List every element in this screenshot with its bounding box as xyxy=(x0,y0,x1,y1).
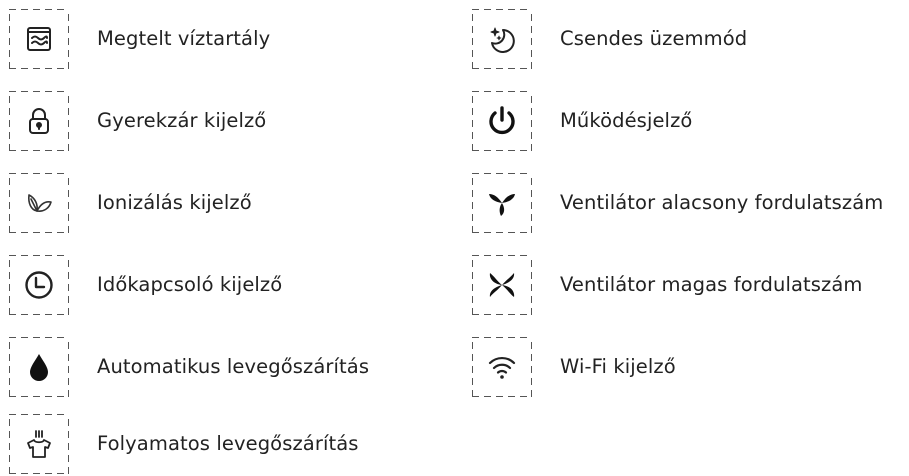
legend-label: Automatikus levegőszárítás xyxy=(97,355,370,378)
icon-frame xyxy=(472,337,532,397)
leaf-icon xyxy=(28,194,52,212)
water-tank-icon xyxy=(27,27,51,51)
legend-label: Megtelt víztartály xyxy=(97,27,271,50)
lock-icon xyxy=(29,108,49,134)
icon-frame xyxy=(9,414,69,474)
legend-label: Működésjelző xyxy=(560,109,693,132)
icon-frame xyxy=(9,337,69,397)
water-drop-icon xyxy=(30,354,48,381)
icon-frame xyxy=(9,255,69,315)
shirt-steam-icon xyxy=(27,430,51,458)
fan-low-icon xyxy=(489,194,515,216)
icon-frame xyxy=(472,91,532,151)
legend-label: Ionizálás kijelző xyxy=(97,191,252,214)
legend-label: Csendes üzemmód xyxy=(560,27,748,50)
legend-label: Ventilátor magas fordulatszám xyxy=(560,273,863,296)
legend-label: Időkapcsoló kijelző xyxy=(97,273,283,296)
icon-frame xyxy=(9,173,69,233)
legend-label: Wi-Fi kijelző xyxy=(560,355,676,378)
moon-stars-icon xyxy=(490,27,515,53)
icon-frame xyxy=(472,173,532,233)
wifi-icon xyxy=(488,356,516,379)
fan-high-icon xyxy=(489,273,515,297)
legend-label: Folyamatos levegőszárítás xyxy=(97,432,359,455)
power-icon xyxy=(489,106,515,135)
icon-frame xyxy=(9,91,69,151)
clock-icon xyxy=(25,271,53,299)
icon-frame xyxy=(472,255,532,315)
legend-label: Gyerekzár kijelző xyxy=(97,109,267,132)
legend-label: Ventilátor alacsony fordulatszám xyxy=(560,191,884,214)
icon-frame xyxy=(472,9,532,69)
icon-frame xyxy=(9,9,69,69)
